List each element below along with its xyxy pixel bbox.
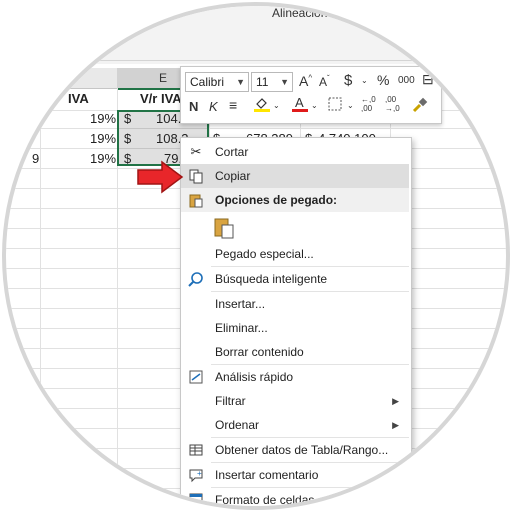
font-size-value: 11	[256, 75, 269, 89]
table-icon	[187, 442, 205, 458]
font-name-dropdown[interactable]: Calibri ▼	[185, 72, 249, 92]
font-color-icon[interactable]: A	[291, 95, 309, 113]
menu-item-label: Obtener datos de Tabla/Rango...	[215, 443, 389, 457]
header-iva: IVA	[68, 91, 89, 106]
chevron-down-icon: ▼	[236, 77, 245, 87]
chevron-down-icon[interactable]: ⌄	[311, 101, 318, 110]
align-center-icon[interactable]: ≡	[229, 97, 237, 113]
svg-text:A: A	[295, 95, 304, 110]
decrease-font-icon[interactable]: Aˇ	[319, 74, 330, 89]
menu-item-obtener-datos[interactable]: Obtener datos de Tabla/Rango...	[181, 438, 409, 462]
smart-lookup-icon	[187, 271, 205, 287]
accounting-format-button[interactable]: $	[344, 72, 352, 89]
menu-item-copiar[interactable]: Copiar	[181, 164, 409, 188]
italic-button[interactable]: K	[209, 99, 218, 114]
menu-item-label: Eliminar...	[215, 321, 268, 335]
menu-item-label: Insertar comentario	[215, 468, 319, 482]
menu-item-insertar[interactable]: Insertar...	[181, 292, 409, 316]
font-size-dropdown[interactable]: 11 ▼	[251, 72, 293, 92]
cell-a[interactable]: 9	[32, 148, 39, 170]
submenu-arrow-icon: ▶	[392, 396, 399, 406]
menu-item-label: Borrar contenido	[215, 345, 304, 359]
cell-currency[interactable]: $	[124, 128, 131, 150]
paste-icon	[187, 192, 205, 208]
increase-decimal-icon[interactable]: ←,0,00	[361, 95, 376, 113]
menu-item-analisis[interactable]: Análisis rápido	[181, 365, 409, 389]
chevron-down-icon[interactable]: ⌄	[361, 76, 368, 85]
menu-item-label: Pegado especial...	[215, 247, 314, 261]
mini-toolbar: Calibri ▼ 11 ▼ A^ Aˇ $ ⌄ % 000 ⊟ N K ≡ ⌄…	[180, 66, 442, 124]
quick-analysis-icon	[187, 369, 205, 385]
ribbon-divider	[440, 24, 441, 58]
paste-option-button[interactable]	[181, 212, 409, 242]
menu-item-cortar[interactable]: ✂ Cortar	[181, 140, 409, 164]
format-cells-icon	[187, 492, 205, 506]
cell-currency[interactable]: $	[124, 108, 131, 130]
font-name-value: Calibri	[190, 75, 225, 89]
cell-currency[interactable]: $	[124, 148, 131, 170]
red-arrow-icon	[137, 160, 184, 194]
format-painter-icon[interactable]	[411, 96, 429, 114]
menu-item-busqueda[interactable]: Búsqueda inteligente	[181, 267, 409, 291]
menu-item-ordenar[interactable]: Ordenar ▶	[181, 413, 409, 437]
circular-frame: Alineación E IVA V/r IVA 19% $ 104.5 19%…	[2, 2, 510, 510]
decrease-decimal-icon[interactable]: ,00 →,0	[385, 95, 400, 113]
fill-color-icon[interactable]	[253, 95, 271, 113]
menu-item-label: Insertar...	[215, 297, 266, 311]
percent-style-button[interactable]: %	[377, 72, 389, 88]
menu-item-label: Formato de celdas...	[215, 493, 325, 507]
menu-item-filtrar[interactable]: Filtrar ▶	[181, 389, 409, 413]
screenshot-stage: Alineación E IVA V/r IVA 19% $ 104.5 19%…	[0, 0, 520, 520]
cell-iva[interactable]: 19%	[90, 148, 116, 170]
chevron-down-icon[interactable]: ⌄	[347, 101, 354, 110]
bold-button[interactable]: N	[189, 99, 198, 114]
ribbon-separator	[6, 60, 506, 61]
menu-item-label: Cortar	[215, 145, 249, 159]
menu-item-eliminar[interactable]: Eliminar...	[181, 316, 409, 340]
menu-item-label: Copiar	[215, 169, 251, 183]
cell-iva[interactable]: 19%	[90, 108, 116, 130]
chevron-down-icon[interactable]: ⌄	[273, 101, 280, 110]
menu-item-borrar[interactable]: Borrar contenido	[181, 340, 409, 364]
svg-text:+: +	[197, 469, 202, 478]
comma-style-button[interactable]: 000	[398, 75, 415, 86]
ribbon-group-label: Alineación	[272, 6, 328, 20]
menu-item-comentario[interactable]: + Insertar comentario	[181, 463, 409, 487]
chevron-down-icon: ▼	[280, 77, 289, 87]
cell-iva[interactable]: 19%	[90, 128, 116, 150]
comment-icon: +	[187, 467, 205, 483]
submenu-arrow-icon: ▶	[392, 420, 399, 430]
borders-icon[interactable]	[327, 96, 343, 112]
copy-icon	[187, 168, 205, 184]
scissors-icon: ✂	[190, 144, 202, 159]
wrap-text-icon[interactable]: ⊟	[422, 71, 434, 88]
ribbon: Alineación	[6, 6, 506, 64]
increase-font-icon[interactable]: A^	[299, 73, 312, 89]
menu-section-opciones-pegado: Opciones de pegado:	[181, 188, 409, 212]
menu-item-formato-celdas[interactable]: Formato de celdas...	[181, 488, 409, 507]
menu-item-label: Análisis rápido	[215, 370, 294, 384]
menu-item-label: Ordenar	[215, 418, 260, 432]
context-menu: ✂ Cortar Copiar Opciones de pegado: Pega…	[180, 137, 412, 507]
menu-item-label: Opciones de pegado:	[215, 193, 338, 207]
header-vr-iva: V/r IVA	[140, 91, 182, 106]
menu-item-pegado-especial[interactable]: Pegado especial...	[181, 242, 409, 266]
grid-line	[40, 88, 41, 506]
menu-item-label: Búsqueda inteligente	[215, 272, 328, 286]
menu-item-label: Filtrar	[215, 394, 246, 408]
